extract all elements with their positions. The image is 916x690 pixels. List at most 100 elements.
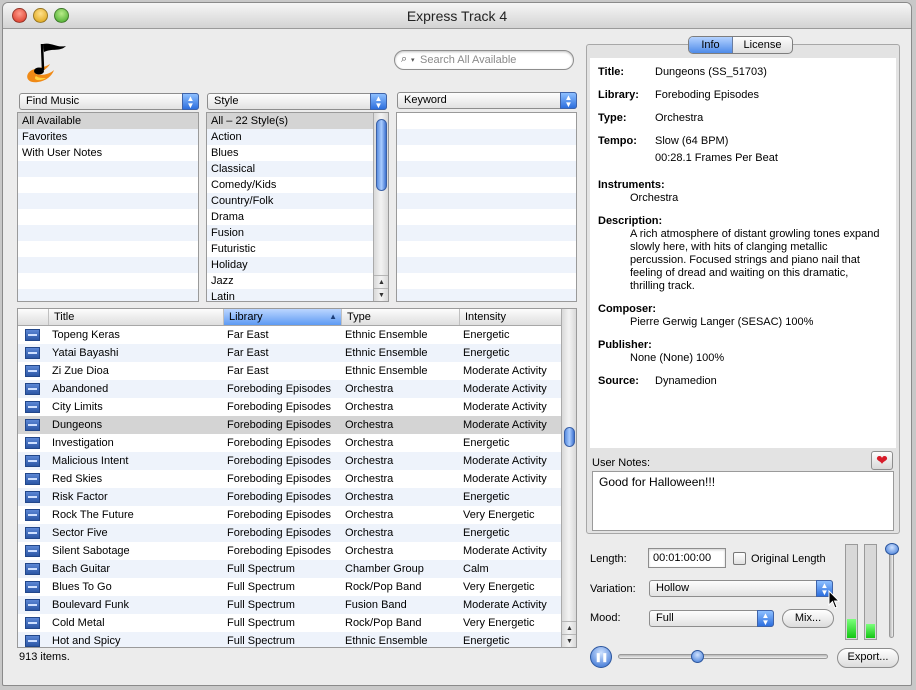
style-item[interactable]: Holiday [207,257,388,273]
track-library-cell: Full Spectrum [227,617,295,629]
track-icon [25,527,40,539]
table-row[interactable]: Investigation Foreboding Episodes Orchestr… [18,434,561,452]
variation-popup[interactable]: Hollow ▲ ▼ [649,580,833,597]
table-row[interactable]: Malicious Intent Foreboding Episodes Orche… [18,452,561,470]
track-intensity-cell: Very Energetic [463,617,535,629]
tab-info[interactable]: Info [689,37,733,53]
column-header-title[interactable]: Title [48,309,223,325]
empty-row [397,193,576,209]
style-item[interactable]: Fusion [207,225,388,241]
find-music-popup[interactable]: Find Music ▲ ▼ [19,93,199,110]
track-type-cell: Orchestra [345,455,394,467]
scroll-up-arrow-icon[interactable]: ▲ [374,275,388,288]
favorite-heart-button[interactable]: ❤ [871,451,893,470]
style-item[interactable]: Drama [207,209,388,225]
style-item[interactable]: Blues [207,145,388,161]
track-library-cell: Foreboding Episodes [227,383,331,395]
publisher-value: None (None) 100% [630,352,725,364]
mood-value: Full [656,612,674,624]
table-row[interactable]: Silent Sabotage Foreboding Episodes Orches… [18,542,561,560]
table-row[interactable]: Sector Five Foreboding Episodes Orchestra E… [18,524,561,542]
volume-slider-track[interactable] [889,548,894,638]
search-input[interactable] [420,53,565,67]
column-header-intensity[interactable]: Intensity [459,309,563,325]
track-intensity-cell: Calm [463,563,489,575]
track-icon [25,347,40,359]
search-field[interactable]: ⌕ ▾ [394,50,574,70]
track-type-cell: Orchestra [345,545,394,557]
table-row[interactable]: Topeng Keras Far East Ethnic Ensemble Energ… [18,326,561,344]
track-library-cell: Foreboding Episodes [227,527,331,539]
table-row[interactable]: Bach Guitar Full Spectrum Chamber Group Cal… [18,560,561,578]
track-title-cell: Rock The Future [52,509,134,521]
search-menu-icon[interactable]: ▾ [411,56,415,64]
track-title-cell: Yatai Bayashi [52,347,119,359]
style-item[interactable]: Jazz [207,273,388,289]
popup-arrows-icon: ▲ ▼ [757,610,774,627]
track-intensity-cell: Very Energetic [463,581,535,593]
user-notes-textarea[interactable]: Good for Halloween!!! [592,471,894,531]
volume-slider-knob[interactable] [885,543,899,555]
table-scrollbar[interactable]: ▲ ▼ [561,309,576,647]
mix-button[interactable]: Mix... [782,609,834,628]
track-intensity-cell: Very Energetic [463,509,535,521]
table-row[interactable]: Rock The Future Foreboding Episodes Orches… [18,506,561,524]
instruments-label: Instruments: [598,179,665,191]
find-music-item[interactable]: With User Notes [18,145,198,161]
track-intensity-cell: Energetic [463,491,510,503]
style-item[interactable]: Country/Folk [207,193,388,209]
table-row[interactable]: Boulevard Funk Full Spectrum Fusion Band Mo… [18,596,561,614]
scrollbar-thumb[interactable] [376,119,387,191]
pause-button[interactable]: ❚❚ [590,646,612,668]
style-item[interactable]: All – 22 Style(s) [207,113,388,129]
variation-value: Hollow [656,582,690,594]
scroll-down-arrow-icon[interactable]: ▼ [374,288,388,301]
empty-row [397,241,576,257]
scroll-down-arrow-icon[interactable]: ▼ [562,634,576,647]
table-row[interactable]: Hot and Spicy Full Spectrum Ethnic Ensembl… [18,632,561,647]
track-library-cell: Foreboding Episodes [227,491,331,503]
mood-popup[interactable]: Full ▲ ▼ [649,610,774,627]
keyword-popup[interactable]: Keyword ▲ ▼ [397,92,577,109]
track-title-cell: Investigation [52,437,114,449]
track-title-cell: Cold Metal [52,617,105,629]
style-popup[interactable]: Style ▲ ▼ [207,93,387,110]
table-row[interactable]: Abandoned Foreboding Episodes Orchestra Mod… [18,380,561,398]
playback-position-track[interactable] [618,654,828,659]
column-header-type[interactable]: Type [341,309,459,325]
original-length-checkbox[interactable] [733,552,746,565]
table-row[interactable]: Zi Zue Dioa Far East Ethnic Ensemble Modera… [18,362,561,380]
track-library-cell: Foreboding Episodes [227,473,331,485]
length-input[interactable] [648,548,726,568]
table-row[interactable]: Cold Metal Full Spectrum Rock/Pop Band Very… [18,614,561,632]
column-header-library[interactable]: Library ▲ [223,309,341,325]
scrollbar-thumb[interactable] [564,427,575,447]
empty-row [397,273,576,289]
table-row[interactable]: City Limits Foreboding Episodes Orchestra M… [18,398,561,416]
table-row[interactable]: Risk Factor Foreboding Episodes Orchestra E… [18,488,561,506]
style-item[interactable]: Latin [207,289,388,301]
style-list-scrollbar[interactable]: ▲ ▼ [373,113,388,301]
table-row[interactable]: Dungeons Foreboding Episodes Orchestra Mode… [18,416,561,434]
find-music-item[interactable]: All Available [18,113,198,129]
style-item[interactable]: Action [207,129,388,145]
track-intensity-cell: Moderate Activity [463,383,547,395]
style-item[interactable]: Comedy/Kids [207,177,388,193]
track-title-cell: Malicious Intent [52,455,129,467]
style-item[interactable]: Futuristic [207,241,388,257]
tab-license[interactable]: License [733,37,792,53]
style-item[interactable]: Classical [207,161,388,177]
track-type-cell: Orchestra [345,491,394,503]
composer-value: Pierre Gerwig Langer (SESAC) 100% [630,316,814,328]
empty-row [397,225,576,241]
table-row[interactable]: Blues To Go Full Spectrum Rock/Pop Band Ver… [18,578,561,596]
user-notes-label: User Notes: [592,457,651,469]
find-music-item[interactable]: Favorites [18,129,198,145]
track-icon [25,617,40,629]
table-row[interactable]: Yatai Bayashi Far East Ethnic Ensemble Ener… [18,344,561,362]
scroll-up-arrow-icon[interactable]: ▲ [562,621,576,634]
table-row[interactable]: Red Skies Foreboding Episodes Orchestra Mod… [18,470,561,488]
variation-label: Variation: [590,583,636,595]
export-button[interactable]: Export... [837,648,899,668]
heart-icon: ❤ [876,452,888,468]
